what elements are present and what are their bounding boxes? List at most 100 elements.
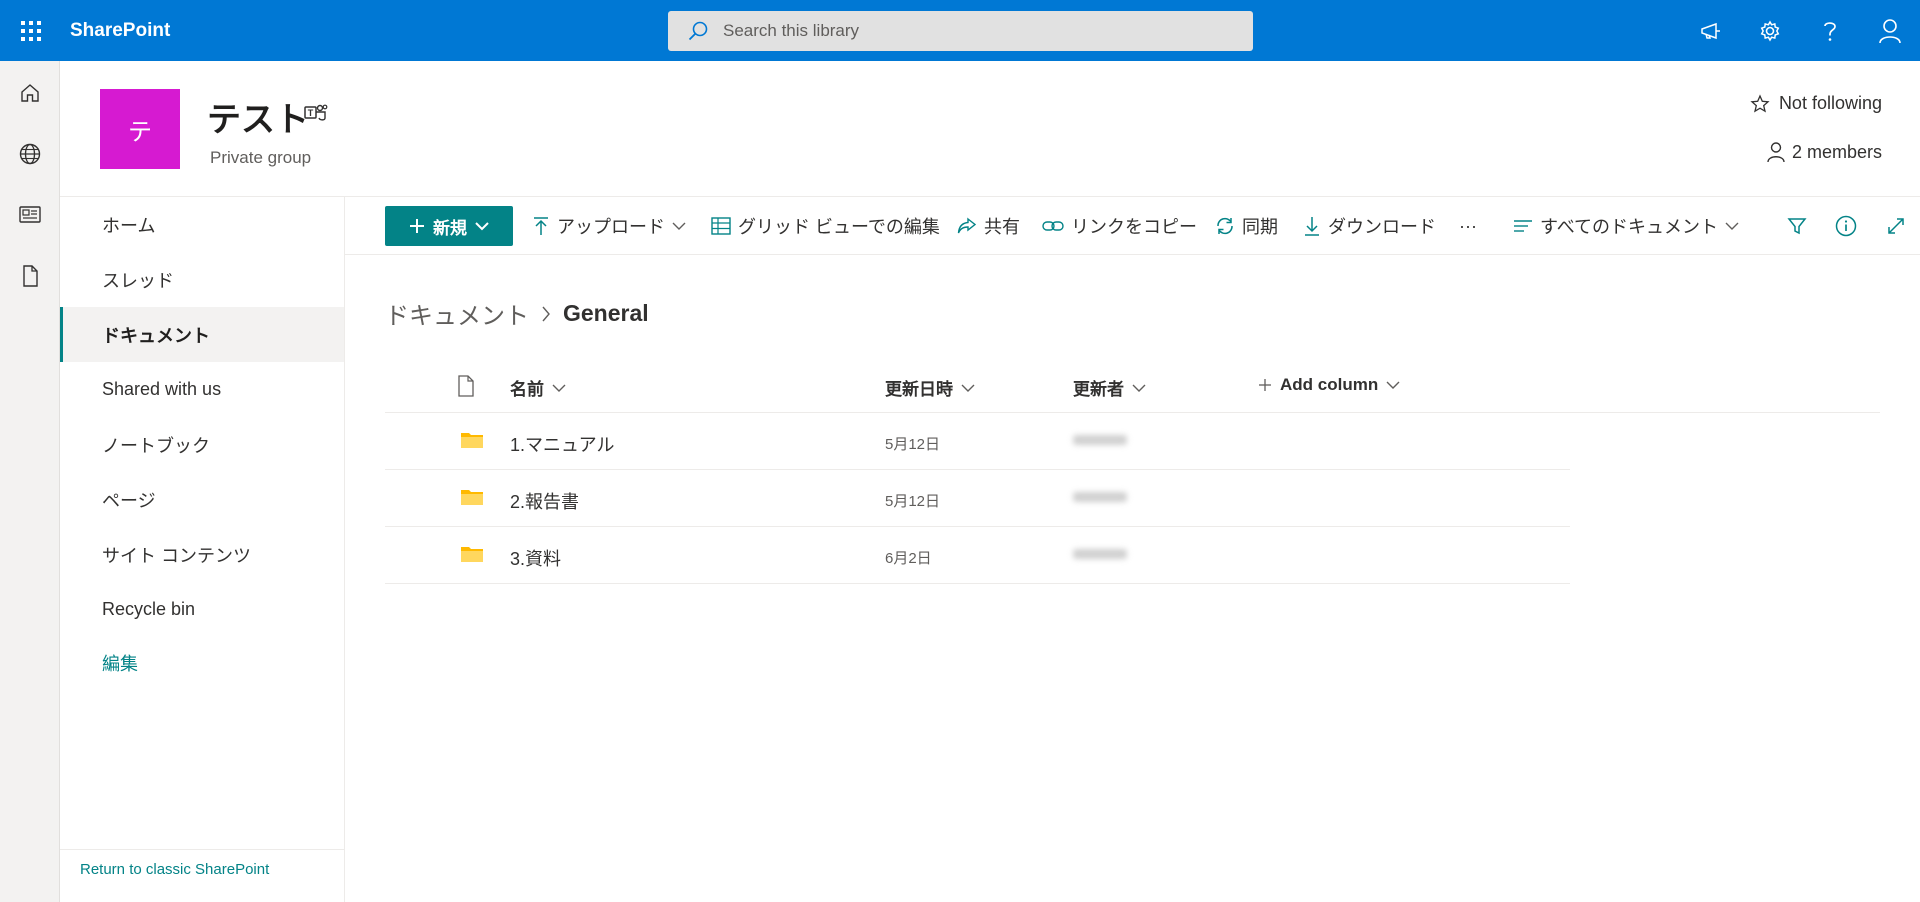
- list-row[interactable]: 3.資料 6月2日: [385, 527, 1570, 584]
- site-title[interactable]: テスト: [207, 92, 309, 141]
- nav-item-documents[interactable]: ドキュメント: [60, 307, 344, 362]
- sync-icon: [1215, 216, 1235, 236]
- breadcrumb-current[interactable]: General: [563, 300, 649, 327]
- person-icon: [1766, 141, 1786, 163]
- column-header-modified[interactable]: 更新日時: [885, 375, 975, 400]
- share-button[interactable]: 共有: [957, 206, 1020, 246]
- nav-item-site-contents[interactable]: サイト コンテンツ: [60, 527, 344, 582]
- nav-item-shared-with-us[interactable]: Shared with us: [60, 362, 344, 417]
- grid-edit-label: グリッド ビューでの編集: [738, 217, 940, 237]
- copy-link-label: リンクをコピー: [1071, 217, 1197, 237]
- column-header-name[interactable]: 名前: [510, 375, 566, 400]
- sync-label: 同期: [1242, 217, 1278, 237]
- list-header: 名前 更新日時 更新者 Add column: [385, 361, 1880, 413]
- upload-button[interactable]: アップロード: [532, 206, 686, 246]
- sharepoint-brand[interactable]: SharePoint: [70, 20, 170, 42]
- folder-icon: [460, 430, 484, 450]
- new-label: 新規: [433, 218, 467, 238]
- row-name[interactable]: 2.報告書: [510, 488, 579, 514]
- follow-label: Not following: [1778, 93, 1882, 113]
- site-subtitle: Private group: [210, 148, 312, 167]
- row-modified-by-redacted: [1073, 427, 1153, 455]
- app-bar: [0, 61, 60, 902]
- members-button[interactable]: 2 members: [1766, 141, 1882, 163]
- file-type-icon[interactable]: [457, 375, 475, 397]
- star-icon: [1750, 93, 1770, 114]
- row-modified: 5月12日: [885, 493, 941, 510]
- upload-icon: [532, 216, 550, 236]
- column-modified-by-label: 更新者: [1073, 380, 1124, 399]
- row-name[interactable]: 3.資料: [510, 545, 561, 571]
- nav-divider: [60, 849, 344, 850]
- help-icon[interactable]: [1805, 0, 1855, 61]
- megaphone-icon[interactable]: [1686, 0, 1736, 61]
- gear-icon[interactable]: [1745, 0, 1795, 61]
- download-label: ダウンロード: [1328, 217, 1436, 237]
- more-actions-button[interactable]: ···: [1459, 206, 1477, 246]
- sync-button[interactable]: 同期: [1215, 206, 1278, 246]
- link-icon: [1042, 219, 1064, 233]
- chevron-down-icon: [1132, 383, 1146, 393]
- column-name-label: 名前: [510, 380, 544, 399]
- home-icon[interactable]: [0, 75, 60, 111]
- new-button[interactable]: 新規: [385, 206, 513, 246]
- nav-item-home[interactable]: ホーム: [60, 197, 344, 252]
- account-icon[interactable]: [1865, 0, 1915, 61]
- filter-icon[interactable]: [1777, 206, 1817, 246]
- globe-icon[interactable]: [0, 136, 60, 172]
- chevron-right-icon: [541, 306, 551, 322]
- document-icon[interactable]: [0, 258, 60, 294]
- nav-edit-link[interactable]: 編集: [60, 635, 344, 690]
- search-input[interactable]: [723, 21, 1223, 41]
- row-modified-by-redacted: [1073, 541, 1153, 569]
- list-row[interactable]: 2.報告書 5月12日: [385, 470, 1570, 527]
- follow-button[interactable]: Not following: [1750, 93, 1882, 114]
- plus-icon: [1258, 378, 1272, 392]
- suite-bar: SharePoint: [0, 0, 1920, 61]
- view-label: すべてのドキュメント: [1540, 217, 1719, 237]
- nav-item-threads[interactable]: スレッド: [60, 252, 344, 307]
- share-icon: [957, 217, 977, 235]
- grid-icon: [711, 217, 731, 235]
- chevron-down-icon: [961, 383, 975, 393]
- teams-icon[interactable]: T: [304, 103, 328, 123]
- grid-edit-button[interactable]: グリッド ビューでの編集: [711, 206, 940, 246]
- add-column-button[interactable]: Add column: [1258, 375, 1400, 395]
- breadcrumb: ドキュメント General: [385, 296, 649, 331]
- download-icon: [1303, 216, 1321, 236]
- nav-item-recycle-bin[interactable]: Recycle bin: [60, 582, 344, 637]
- search-box[interactable]: [668, 11, 1253, 51]
- list-view-icon: [1513, 218, 1533, 234]
- row-modified-by-redacted: [1073, 484, 1153, 512]
- return-to-classic-link[interactable]: Return to classic SharePoint: [80, 861, 269, 878]
- chevron-down-icon: [552, 383, 566, 393]
- command-bar: 新規 アップロード グリッド ビューでの編集 共有 リンクをコピー 同期 ダウン…: [345, 197, 1920, 255]
- members-label: 2 members: [1791, 141, 1882, 162]
- nav-item-notebook[interactable]: ノートブック: [60, 417, 344, 472]
- site-logo[interactable]: テ: [100, 89, 180, 169]
- upload-label: アップロード: [557, 217, 665, 237]
- row-modified: 6月2日: [885, 550, 932, 567]
- chevron-down-icon: [1386, 380, 1400, 390]
- breadcrumb-parent[interactable]: ドキュメント: [385, 296, 529, 331]
- left-navigation: ホーム スレッド ドキュメント Shared with us ノートブック ペー…: [60, 197, 345, 902]
- download-button[interactable]: ダウンロード: [1303, 206, 1436, 246]
- news-icon[interactable]: [0, 197, 60, 233]
- row-name[interactable]: 1.マニュアル: [510, 431, 614, 457]
- column-modified-label: 更新日時: [885, 380, 953, 399]
- chevron-down-icon: [672, 221, 686, 231]
- copy-link-button[interactable]: リンクをコピー: [1042, 206, 1197, 246]
- folder-icon: [460, 487, 484, 507]
- app-launcher-icon[interactable]: [0, 0, 61, 61]
- chevron-down-icon: [1725, 221, 1739, 231]
- row-modified: 5月12日: [885, 436, 941, 453]
- expand-icon[interactable]: [1876, 206, 1916, 246]
- info-icon[interactable]: [1826, 206, 1866, 246]
- document-list: 名前 更新日時 更新者 Add column 1.マニュアル 5月12日 2.報…: [385, 361, 1880, 584]
- folder-icon: [460, 544, 484, 564]
- share-label: 共有: [984, 217, 1020, 237]
- view-selector[interactable]: すべてのドキュメント: [1513, 206, 1739, 246]
- nav-item-pages[interactable]: ページ: [60, 472, 344, 527]
- column-header-modified-by[interactable]: 更新者: [1073, 375, 1146, 400]
- list-row[interactable]: 1.マニュアル 5月12日: [385, 413, 1570, 470]
